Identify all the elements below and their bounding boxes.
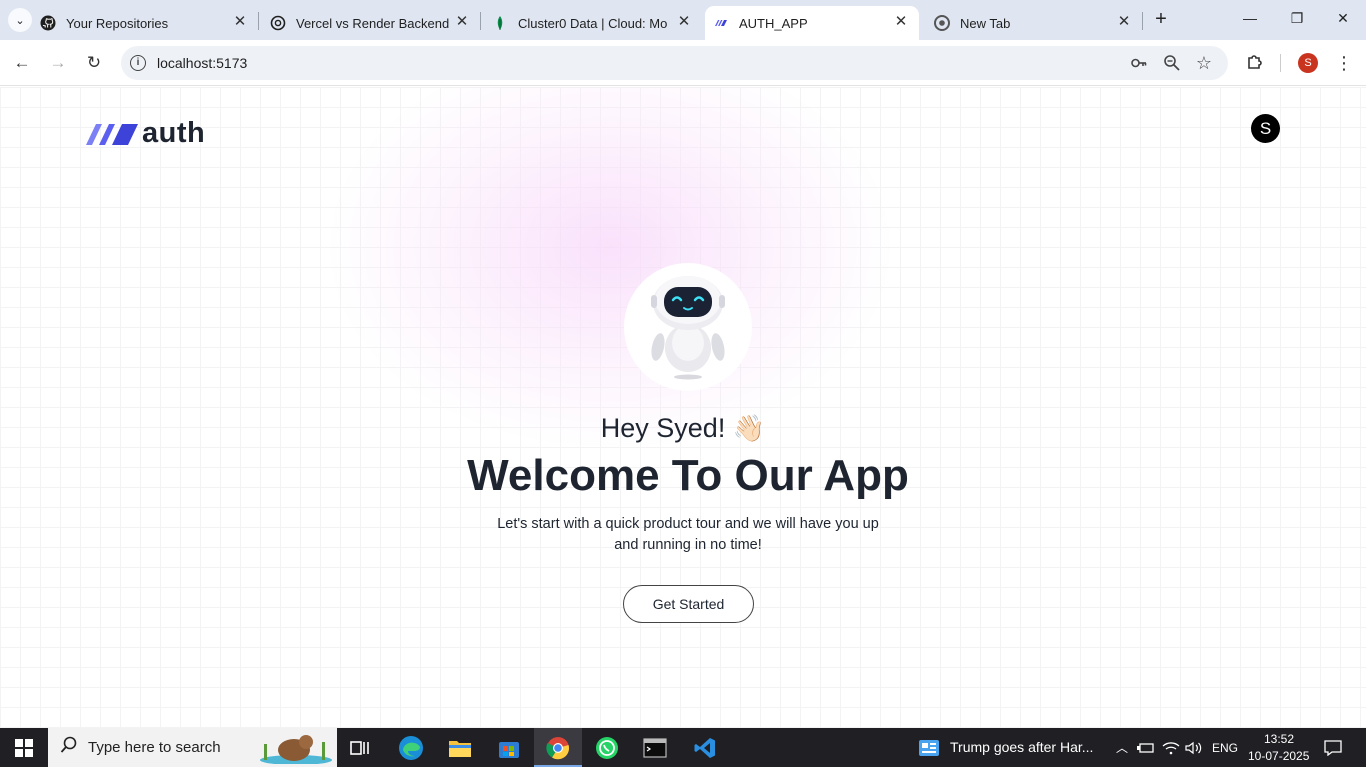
tab-separator <box>258 12 259 30</box>
waving-hand-icon: 👋🏻 <box>732 413 766 443</box>
close-icon[interactable]: ✕ <box>893 14 909 30</box>
bookmark-star-icon[interactable]: ☆ <box>1195 54 1213 72</box>
page-content: auth S Hey Syed! 👋🏻 Welcome To Our App L… <box>0 87 1366 728</box>
robot-icon <box>651 276 725 380</box>
vscode-icon[interactable] <box>690 728 720 767</box>
tab-auth-app[interactable]: AUTH_APP ✕ <box>705 6 919 40</box>
tab-title: Cluster0 Data | Cloud: Mong <box>518 15 668 31</box>
microsoft-store-icon[interactable] <box>494 728 524 767</box>
get-started-button[interactable]: Get Started <box>623 585 754 623</box>
file-explorer-icon[interactable] <box>445 728 475 767</box>
browser-toolbar: ← → ↻ i localhost:5173 ☆ ⋮ <box>0 40 1366 86</box>
tab-separator <box>1142 12 1143 30</box>
tab-cluster0-data[interactable]: Cluster0 Data | Cloud: Mong ✕ <box>484 6 702 40</box>
tab-title: New Tab <box>960 15 1011 31</box>
auth-logo-icon <box>713 15 729 31</box>
address-bar[interactable]: i localhost:5173 ☆ <box>121 46 1228 80</box>
github-icon <box>40 15 56 31</box>
tab-search-button[interactable]: ⌄ <box>8 8 32 32</box>
logo-text: auth <box>142 117 206 149</box>
edge-icon[interactable] <box>396 728 426 767</box>
url-text[interactable]: localhost:5173 <box>157 55 247 71</box>
whatsapp-icon[interactable] <box>592 728 622 767</box>
show-hidden-icons-button[interactable]: ︿ <box>1114 728 1130 767</box>
tab-your-repositories[interactable]: Your Repositories ✕ <box>40 6 258 40</box>
clock-time[interactable]: 13:52 <box>1264 732 1294 746</box>
search-icon <box>60 736 78 759</box>
tab-new-tab[interactable]: New Tab ✕ <box>924 6 1142 40</box>
reload-button[interactable]: ↻ <box>83 52 105 74</box>
new-tab-button[interactable]: + <box>1151 9 1171 29</box>
logo-slashes-icon <box>86 123 138 145</box>
news-widget-icon[interactable] <box>918 728 940 767</box>
mongodb-leaf-icon <box>492 15 508 31</box>
task-view-icon[interactable] <box>345 728 375 767</box>
clock-date[interactable]: 10-07-2025 <box>1248 749 1309 763</box>
tab-title: AUTH_APP <box>739 15 808 31</box>
site-info-icon[interactable]: i <box>130 55 146 71</box>
extensions-icon[interactable] <box>1244 52 1266 74</box>
window-close-button[interactable]: ✕ <box>1333 8 1353 28</box>
terminal-icon[interactable] <box>640 728 670 767</box>
language-indicator[interactable]: ENG <box>1212 741 1238 755</box>
close-icon[interactable]: ✕ <box>454 14 470 30</box>
minimize-button[interactable]: — <box>1240 8 1260 28</box>
search-placeholder: Type here to search <box>88 739 221 756</box>
tab-title: Your Repositories <box>66 15 169 31</box>
background-glow <box>330 87 890 447</box>
zoom-icon[interactable] <box>1163 54 1181 72</box>
taskbar-search[interactable]: Type here to search <box>48 728 337 767</box>
windows-taskbar: Type here to search Trump goes after Har… <box>0 728 1366 767</box>
battery-icon[interactable] <box>1137 728 1155 767</box>
app-logo[interactable]: auth <box>86 117 205 150</box>
close-icon[interactable]: ✕ <box>232 14 248 30</box>
chrome-icon <box>934 15 950 31</box>
browser-menu-icon[interactable]: ⋮ <box>1333 52 1355 74</box>
restore-button[interactable]: ❐ <box>1287 8 1307 28</box>
windows-logo-icon <box>15 738 33 757</box>
intro-text: Let's start with a quick product tour an… <box>497 516 879 553</box>
start-button[interactable] <box>0 728 48 767</box>
close-icon[interactable]: ✕ <box>676 14 692 30</box>
robot-illustration <box>624 263 752 391</box>
notifications-icon[interactable] <box>1322 728 1344 767</box>
search-highlight-illustration <box>258 732 334 765</box>
news-headline[interactable]: Trump goes after Har... <box>950 739 1093 755</box>
wifi-icon[interactable] <box>1162 728 1180 767</box>
user-avatar[interactable]: S <box>1251 114 1280 143</box>
greeting-text: Hey Syed! <box>600 413 726 443</box>
chrome-taskbar-icon[interactable] <box>534 728 582 767</box>
key-icon[interactable] <box>1130 54 1148 72</box>
toolbar-divider <box>1280 54 1281 72</box>
openai-icon <box>270 15 286 31</box>
browser-tab-strip: ⌄ Your Repositories ✕ Vercel vs Render B… <box>0 0 1366 40</box>
greeting-heading: Hey Syed! 👋🏻 <box>0 413 1366 444</box>
page-title: Welcome To Our App <box>467 451 909 500</box>
back-button[interactable]: ← <box>11 52 33 74</box>
forward-button[interactable]: → <box>47 52 69 74</box>
tab-vercel-vs-render[interactable]: Vercel vs Render Backend ✕ <box>262 6 480 40</box>
close-icon[interactable]: ✕ <box>1116 14 1132 30</box>
tab-title: Vercel vs Render Backend <box>296 15 450 31</box>
tab-separator <box>480 12 481 30</box>
volume-icon[interactable] <box>1185 728 1203 767</box>
profile-avatar[interactable]: S <box>1298 53 1318 73</box>
